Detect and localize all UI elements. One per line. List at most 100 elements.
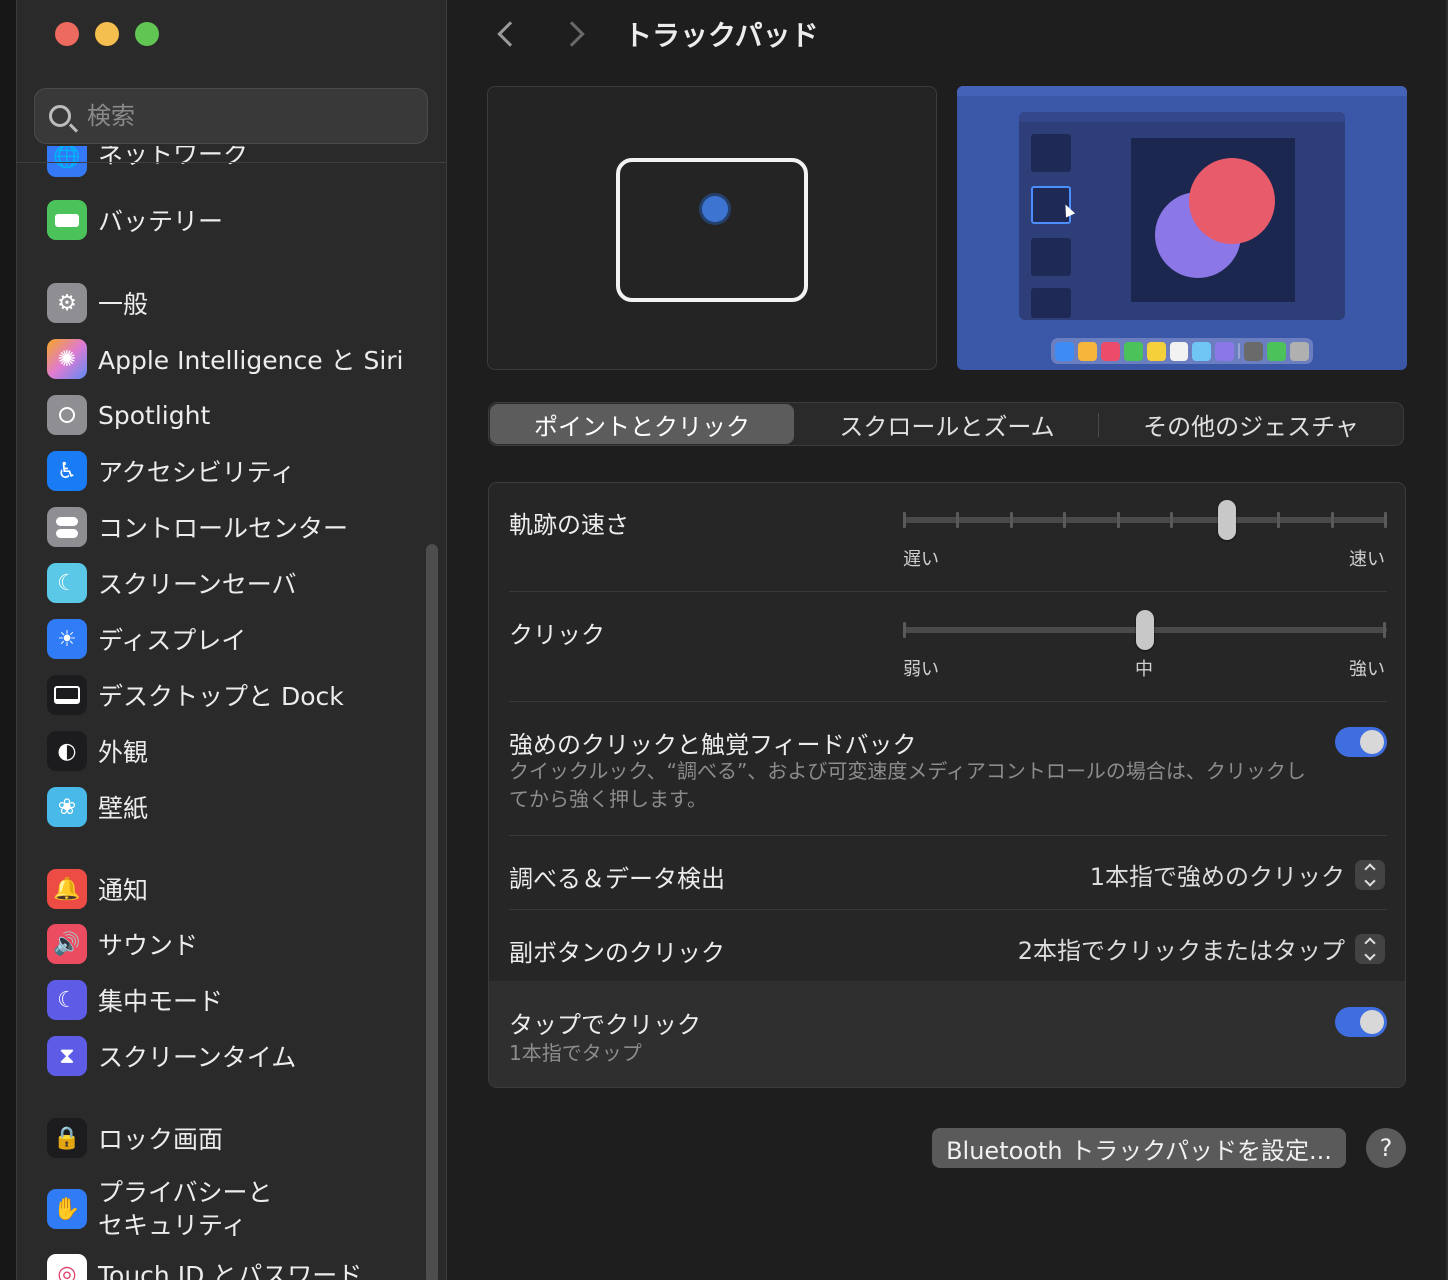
force-click-toggle[interactable]	[1335, 727, 1387, 757]
sidebar-item-privacy-security[interactable]: ✋ プライバシーと セキュリティ	[47, 1174, 417, 1244]
sidebar-item-label: デスクトップと Dock	[98, 682, 344, 711]
tap-to-click-row: タップでクリック 1本指でタップ	[489, 981, 1405, 1087]
sidebar-item-screensaver[interactable]: ☾ スクリーンセーバ	[47, 561, 417, 605]
preview-thumbnail-selected	[1031, 186, 1076, 224]
forward-button[interactable]	[558, 16, 594, 52]
slider-tick	[1009, 512, 1013, 528]
close-button[interactable]	[55, 22, 79, 46]
screensaver-icon: ☾	[47, 563, 87, 603]
sidebar-item-label: スクリーンタイム	[98, 1043, 297, 1072]
sidebar-item-sound[interactable]: 🔊 サウンド	[47, 922, 417, 966]
background-window-edge	[0, 0, 17, 1280]
sidebar-item-label: ロック画面	[98, 1125, 224, 1154]
sidebar-item-appearance[interactable]: ◐ 外観	[47, 729, 417, 773]
sun-icon: ☀	[47, 619, 87, 659]
click-pressure-knob[interactable]	[1136, 610, 1154, 650]
sidebar: 🌐 ネットワーク バッテリー ⚙ 一般 ✺ Apple Intelligence…	[17, 0, 447, 1280]
sidebar-item-battery[interactable]: バッテリー	[47, 198, 417, 242]
sidebar-item-control-center[interactable]: コントロールセンター	[47, 505, 417, 549]
sidebar-item-spotlight[interactable]: Spotlight	[47, 393, 417, 437]
sidebar-item-label: プライバシーと セキュリティ	[98, 1178, 273, 1240]
search-input[interactable]	[87, 102, 387, 130]
sidebar-item-label: Spotlight	[98, 400, 211, 430]
tap-to-click-description: 1本指でタップ	[509, 1041, 642, 1065]
setup-bluetooth-trackpad-button[interactable]: Bluetooth トラックパッドを設定...	[932, 1128, 1346, 1168]
tab-label: スクロールとズーム	[839, 412, 1055, 441]
accessibility-icon: ♿	[47, 451, 87, 491]
updown-chevron-icon	[1355, 859, 1385, 890]
lock-icon: 🔒	[47, 1118, 87, 1158]
sidebar-item-network[interactable]: 🌐 ネットワーク	[47, 146, 417, 182]
tap-to-click-toggle[interactable]	[1335, 1007, 1387, 1037]
slider-tick	[1384, 512, 1387, 528]
sidebar-scrollbar[interactable]	[426, 544, 438, 1280]
hand-icon: ✋	[47, 1189, 87, 1229]
sidebar-item-apple-intelligence-siri[interactable]: ✺ Apple Intelligence と Siri	[47, 337, 417, 381]
preview-circle-red	[1189, 158, 1275, 244]
slider-track	[903, 517, 1387, 523]
preview-canvas	[1131, 138, 1295, 302]
sidebar-item-lock-screen[interactable]: 🔒 ロック画面	[47, 1116, 417, 1160]
tab-point-and-click[interactable]: ポイントとクリック	[490, 404, 794, 444]
magnifier-icon	[47, 395, 87, 435]
lookup-label: 調べる＆データ検出	[509, 865, 725, 893]
window-controls	[55, 22, 159, 46]
force-click-description: クイックルック、“調べる”、および可変速度メディアコントロールの場合は、クリック…	[509, 759, 1306, 811]
help-button[interactable]: ?	[1366, 1128, 1406, 1168]
sidebar-item-label: 壁紙	[98, 794, 149, 823]
sidebar-item-label: ネットワーク	[98, 146, 249, 169]
bell-icon: 🔔	[47, 869, 87, 909]
slider-tick	[1170, 512, 1174, 528]
fingerprint-icon: ◎	[47, 1254, 87, 1280]
system-settings-window: 🌐 ネットワーク バッテリー ⚙ 一般 ✺ Apple Intelligence…	[0, 0, 1448, 1280]
sidebar-item-label: ディスプレイ	[98, 626, 247, 655]
preview-menubar	[957, 86, 1407, 96]
sidebar-item-label: 通知	[98, 876, 149, 905]
zoom-button[interactable]	[135, 22, 159, 46]
search-field[interactable]	[34, 88, 428, 144]
dock-icon	[47, 675, 87, 715]
click-medium-label: 中	[1135, 659, 1153, 680]
sidebar-item-desktop-dock[interactable]: デスクトップと Dock	[47, 673, 417, 717]
tab-more-gestures[interactable]: その他のジェスチャ	[1099, 403, 1403, 445]
secondary-click-popup[interactable]: 2本指でクリックまたはタップ	[1018, 931, 1385, 966]
preview-thumbnail	[1031, 288, 1071, 318]
sidebar-item-label: Touch ID とパスワード	[98, 1261, 363, 1280]
sidebar-item-touch-id[interactable]: ◎ Touch ID とパスワード	[47, 1252, 417, 1280]
minimize-button[interactable]	[95, 22, 119, 46]
back-button[interactable]	[488, 16, 524, 52]
gear-icon: ⚙	[47, 283, 87, 323]
sidebar-item-accessibility[interactable]: ♿ アクセシビリティ	[47, 449, 417, 493]
sidebar-item-display[interactable]: ☀ ディスプレイ	[47, 617, 417, 661]
force-click-label: 強めのクリックと触覚フィードバック	[509, 731, 917, 759]
sidebar-item-wallpaper[interactable]: ❀ 壁紙	[47, 785, 417, 829]
sidebar-item-label: アクセシビリティ	[98, 458, 296, 487]
moon-icon: ☾	[47, 980, 87, 1020]
gesture-preview-trackpad	[487, 86, 937, 370]
preview-thumbnail	[1031, 134, 1071, 172]
preview-dock	[1051, 338, 1313, 364]
gesture-preview-screen	[957, 86, 1407, 370]
sidebar-item-notifications[interactable]: 🔔 通知	[47, 867, 417, 911]
slider-tick	[1116, 512, 1120, 528]
tap-to-click-label: タップでクリック	[509, 1011, 701, 1039]
finger-touch-icon	[702, 196, 728, 222]
hourglass-icon: ⧗	[47, 1036, 87, 1076]
lookup-popup[interactable]: 1本指で強めのクリック	[1090, 857, 1385, 892]
sidebar-item-focus[interactable]: ☾ 集中モード	[47, 978, 417, 1022]
trackpad-illustration	[616, 158, 808, 302]
tab-scroll-and-zoom[interactable]: スクロールとズーム	[795, 403, 1099, 445]
slider-tick	[1330, 512, 1334, 528]
tracking-speed-label: 軌跡の速さ	[509, 511, 629, 539]
tracking-speed-slider[interactable]	[903, 497, 1387, 553]
siri-icon: ✺	[47, 339, 87, 379]
sidebar-item-general[interactable]: ⚙ 一般	[47, 281, 417, 325]
sidebar-item-screen-time[interactable]: ⧗ スクリーンタイム	[47, 1034, 417, 1078]
sidebar-item-label: 外観	[98, 738, 149, 767]
click-pressure-label: クリック	[509, 621, 605, 649]
tracking-speed-knob[interactable]	[1218, 500, 1237, 540]
sidebar-item-label: サウンド	[98, 931, 199, 960]
sidebar-item-label: スクリーンセーバ	[98, 570, 297, 599]
click-firm-label: 強い	[1349, 659, 1385, 680]
speaker-icon: 🔊	[47, 924, 87, 964]
